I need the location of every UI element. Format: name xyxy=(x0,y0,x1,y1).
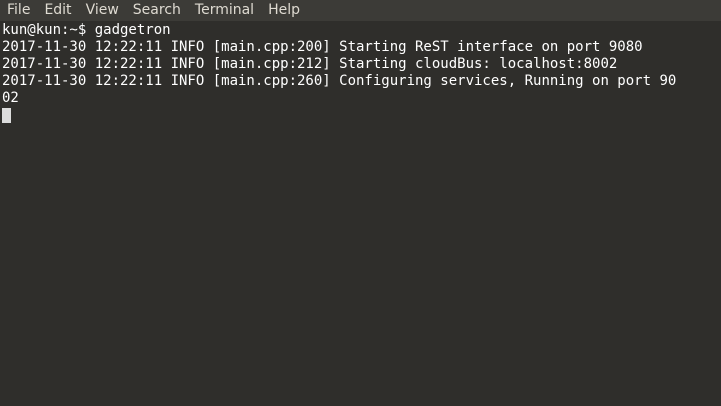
menu-search[interactable]: Search xyxy=(126,0,188,21)
terminal-output[interactable]: kun@kun:~$ gadgetron 2017-11-30 12:22:11… xyxy=(2,22,721,406)
terminal-line-prompt: kun@kun:~$ gadgetron xyxy=(2,22,171,38)
menu-edit[interactable]: Edit xyxy=(37,0,78,21)
menubar: File Edit View Search Terminal Help xyxy=(0,0,721,21)
menu-help[interactable]: Help xyxy=(261,0,307,21)
terminal-window: File Edit View Search Terminal Help kun@… xyxy=(0,0,721,406)
menu-view[interactable]: View xyxy=(79,0,126,21)
terminal-line-log: 2017-11-30 12:22:11 INFO [main.cpp:200] … xyxy=(2,39,643,55)
text-cursor xyxy=(2,108,11,123)
terminal-line-log: 02 xyxy=(2,90,19,106)
terminal-input-line[interactable] xyxy=(2,107,721,124)
menu-file[interactable]: File xyxy=(0,0,37,21)
menu-terminal[interactable]: Terminal xyxy=(188,0,261,21)
terminal-line-log: 2017-11-30 12:22:11 INFO [main.cpp:260] … xyxy=(2,73,677,89)
terminal-line-log: 2017-11-30 12:22:11 INFO [main.cpp:212] … xyxy=(2,56,618,72)
